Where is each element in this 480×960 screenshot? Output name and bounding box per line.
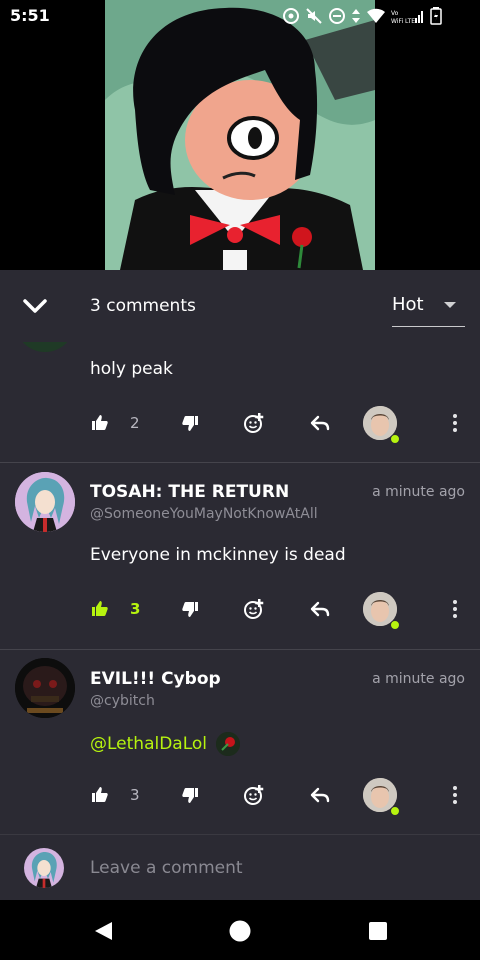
- add-reaction-button[interactable]: [239, 780, 269, 810]
- thumbs-down-icon: [182, 602, 198, 617]
- more-button[interactable]: [445, 594, 465, 624]
- reply-icon: [310, 787, 330, 803]
- comment-input[interactable]: [90, 855, 450, 881]
- sort-dropdown[interactable]: Hot: [392, 290, 465, 327]
- home-icon: [229, 920, 251, 942]
- comment-time: a minute ago: [372, 484, 465, 500]
- mute-icon: [306, 8, 322, 24]
- thumbs-up-icon: [92, 601, 108, 616]
- add-reaction-button[interactable]: [239, 594, 269, 624]
- online-indicator: [390, 434, 400, 444]
- back-button[interactable]: [90, 918, 116, 944]
- status-icons: Vo WiFi LTE: [282, 7, 442, 25]
- chevron-down-icon: [23, 299, 47, 313]
- like-button[interactable]: [85, 780, 115, 810]
- more-button[interactable]: [445, 780, 465, 810]
- robot-avatar-icon: [15, 658, 75, 718]
- artwork-image: [105, 0, 375, 270]
- thumbs-up-icon: [92, 787, 108, 802]
- comment-list[interactable]: holy peak 2 TOSAH: THE RETURN a minute a…: [0, 342, 480, 834]
- system-nav-bar: [0, 900, 480, 960]
- avatar[interactable]: [15, 342, 75, 352]
- recents-button[interactable]: [365, 918, 391, 944]
- like-count: 3: [130, 600, 141, 618]
- comment-author[interactable]: TOSAH: THE RETURN: [90, 482, 289, 502]
- battery-icon: [430, 7, 442, 25]
- thumbs-down-icon: [182, 788, 198, 803]
- more-button[interactable]: [445, 408, 465, 438]
- comment-handle[interactable]: @SomeoneYouMayNotKnowAtAll: [90, 506, 318, 522]
- like-count: 3: [130, 786, 140, 804]
- my-avatar[interactable]: [24, 848, 64, 888]
- reply-icon: [310, 601, 330, 617]
- recents-icon: [369, 922, 387, 940]
- reply-button[interactable]: [305, 780, 335, 810]
- add-reaction-icon: [244, 413, 264, 433]
- compose-bar: [0, 834, 480, 901]
- comments-header: 3 comments Hot: [0, 270, 480, 342]
- comment-count: 3 comments: [90, 296, 196, 316]
- avatar[interactable]: [15, 658, 75, 718]
- anime-avatar-icon: [15, 472, 75, 532]
- signal-icon: VoWiFi LTE: [391, 10, 423, 25]
- comment-body: holy peak: [90, 359, 173, 379]
- comments-sheet: 3 comments Hot holy peak 2 TOSAH: THE RE…: [0, 270, 480, 901]
- svg-text:WiFi LTE: WiFi LTE: [391, 18, 415, 25]
- thumbs-up-icon: [92, 415, 108, 430]
- sort-selected: Hot: [392, 294, 424, 315]
- back-icon: [95, 922, 112, 940]
- collapse-button[interactable]: [20, 292, 52, 320]
- comment-item: holy peak 2: [0, 342, 480, 462]
- user-mention[interactable]: @LethalDaLol: [90, 734, 207, 754]
- svg-text:Vo: Vo: [391, 10, 399, 17]
- comment-body: @LethalDaLol: [90, 732, 241, 756]
- add-reaction-button[interactable]: [239, 408, 269, 438]
- dnd-icon: [329, 8, 345, 24]
- hotspot-icon: [283, 8, 299, 24]
- avatar[interactable]: [15, 472, 75, 532]
- add-reaction-icon: [244, 785, 264, 805]
- anime-avatar-icon: [24, 848, 64, 888]
- comment-time: a minute ago: [372, 671, 465, 687]
- dropdown-caret-icon: [444, 302, 456, 308]
- data-icon: [352, 9, 360, 23]
- online-indicator: [390, 806, 400, 816]
- reply-button[interactable]: [305, 594, 335, 624]
- wifi-icon: [367, 8, 385, 23]
- post-artwork[interactable]: [105, 0, 375, 270]
- add-reaction-icon: [244, 599, 264, 619]
- comment-author[interactable]: EVIL!!! Cybop: [90, 669, 221, 689]
- home-button[interactable]: [227, 918, 253, 944]
- reply-icon: [310, 415, 330, 431]
- mention-avatar: [216, 732, 241, 756]
- like-button[interactable]: [85, 594, 115, 624]
- comment-item: TOSAH: THE RETURN a minute ago @SomeoneY…: [0, 463, 480, 649]
- status-bar: 5:51 Vo WiFi LTE: [0, 0, 480, 30]
- like-button[interactable]: [85, 408, 115, 438]
- comment-body: Everyone in mckinney is dead: [90, 545, 346, 565]
- thumbs-down-icon: [182, 416, 198, 431]
- rose-avatar-icon: [216, 732, 241, 756]
- dislike-button[interactable]: [175, 594, 205, 624]
- status-time: 5:51: [10, 6, 50, 25]
- online-indicator: [390, 620, 400, 630]
- comment-handle[interactable]: @cybitch: [90, 693, 155, 709]
- comment-item: EVIL!!! Cybop a minute ago @cybitch @Let…: [0, 650, 480, 834]
- like-count: 2: [130, 414, 140, 432]
- reply-button[interactable]: [305, 408, 335, 438]
- dislike-button[interactable]: [175, 780, 205, 810]
- dislike-button[interactable]: [175, 408, 205, 438]
